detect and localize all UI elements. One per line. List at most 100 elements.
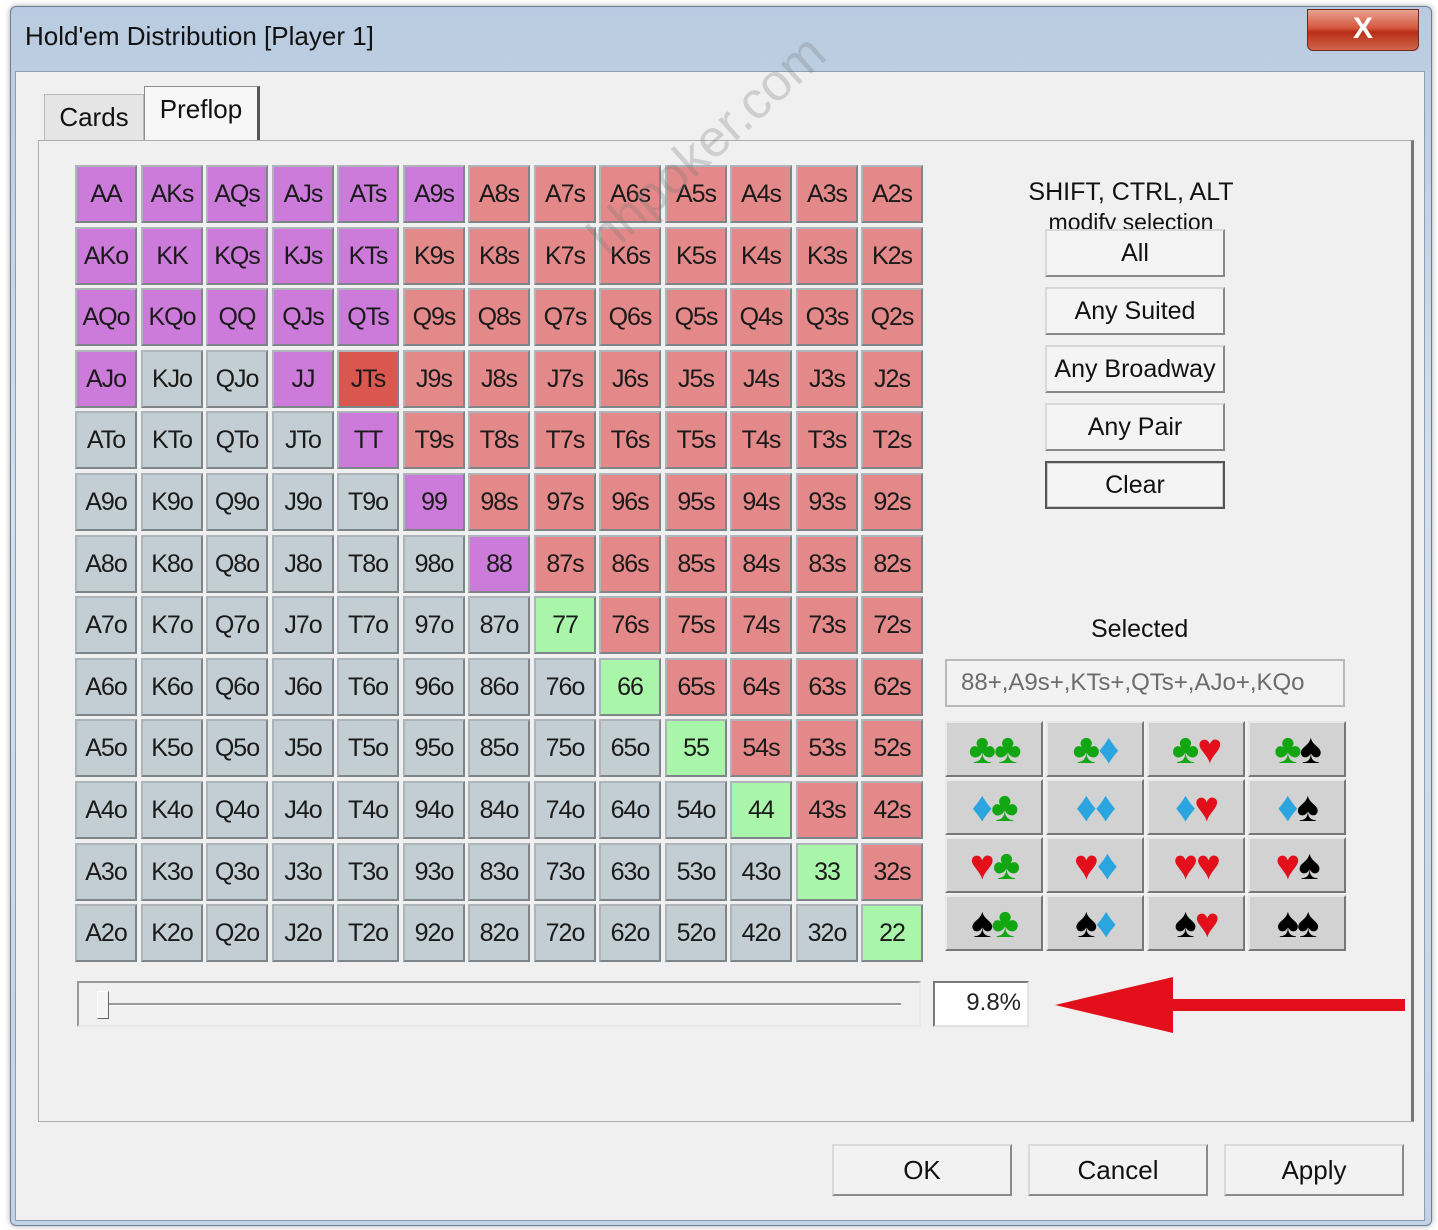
- range-percent-field[interactable]: 9.8%: [933, 981, 1029, 1027]
- hand-cell-76o[interactable]: 76o: [534, 658, 596, 716]
- hand-cell-j6s[interactable]: J6s: [599, 350, 661, 408]
- hand-cell-52s[interactable]: 52s: [861, 719, 923, 777]
- hand-cell-k8s[interactable]: K8s: [468, 227, 530, 285]
- hand-cell-95o[interactable]: 95o: [403, 719, 465, 777]
- hand-cell-83o[interactable]: 83o: [468, 843, 530, 901]
- hand-cell-65o[interactable]: 65o: [599, 719, 661, 777]
- hand-cell-k4s[interactable]: K4s: [730, 227, 792, 285]
- hand-cell-q7o[interactable]: Q7o: [206, 596, 268, 654]
- hand-cell-j3s[interactable]: J3s: [796, 350, 858, 408]
- hand-cell-82o[interactable]: 82o: [468, 904, 530, 962]
- hand-cell-84o[interactable]: 84o: [468, 781, 530, 839]
- close-button[interactable]: X: [1307, 9, 1419, 51]
- hand-cell-76s[interactable]: 76s: [599, 596, 661, 654]
- hand-cell-q3o[interactable]: Q3o: [206, 843, 268, 901]
- hand-cell-aks[interactable]: AKs: [141, 165, 203, 223]
- hand-cell-k4o[interactable]: K4o: [141, 781, 203, 839]
- hand-cell-k2o[interactable]: K2o: [141, 904, 203, 962]
- hand-cell-63s[interactable]: 63s: [796, 658, 858, 716]
- hand-cell-72s[interactable]: 72s: [861, 596, 923, 654]
- hand-cell-63o[interactable]: 63o: [599, 843, 661, 901]
- suit-combo-heart-diamond[interactable]: ♥♦: [1046, 837, 1144, 893]
- hand-cell-j2s[interactable]: J2s: [861, 350, 923, 408]
- hand-cell-q6s[interactable]: Q6s: [599, 288, 661, 346]
- hand-cell-64o[interactable]: 64o: [599, 781, 661, 839]
- hand-cell-t5o[interactable]: T5o: [337, 719, 399, 777]
- hand-cell-j3o[interactable]: J3o: [272, 843, 334, 901]
- hand-cell-94o[interactable]: 94o: [403, 781, 465, 839]
- suit-combo-spade-spade[interactable]: ♠♠: [1248, 895, 1346, 951]
- hand-cell-62o[interactable]: 62o: [599, 904, 661, 962]
- hand-cell-kjs[interactable]: KJs: [272, 227, 334, 285]
- hand-cell-86o[interactable]: 86o: [468, 658, 530, 716]
- hand-cell-33[interactable]: 33: [796, 843, 858, 901]
- hand-cell-t3s[interactable]: T3s: [796, 411, 858, 469]
- hand-cell-t8s[interactable]: T8s: [468, 411, 530, 469]
- hand-cell-jj[interactable]: JJ: [272, 350, 334, 408]
- hand-cell-k6s[interactable]: K6s: [599, 227, 661, 285]
- suit-combo-club-heart[interactable]: ♣♥: [1147, 721, 1245, 777]
- apply-button[interactable]: Apply: [1224, 1144, 1404, 1196]
- hand-cell-a5s[interactable]: A5s: [665, 165, 727, 223]
- hand-cell-43o[interactable]: 43o: [730, 843, 792, 901]
- clear-button[interactable]: Clear: [1045, 461, 1225, 509]
- hand-cell-t2o[interactable]: T2o: [337, 904, 399, 962]
- hand-cell-a8o[interactable]: A8o: [75, 535, 137, 593]
- hand-cell-93o[interactable]: 93o: [403, 843, 465, 901]
- hand-cell-92s[interactable]: 92s: [861, 473, 923, 531]
- hand-cell-77[interactable]: 77: [534, 596, 596, 654]
- hand-cell-43s[interactable]: 43s: [796, 781, 858, 839]
- hand-cell-83s[interactable]: 83s: [796, 535, 858, 593]
- hand-cell-a6o[interactable]: A6o: [75, 658, 137, 716]
- cancel-button[interactable]: Cancel: [1028, 1144, 1208, 1196]
- hand-cell-96o[interactable]: 96o: [403, 658, 465, 716]
- hand-cell-a4s[interactable]: A4s: [730, 165, 792, 223]
- hand-cell-q2o[interactable]: Q2o: [206, 904, 268, 962]
- hand-cell-82s[interactable]: 82s: [861, 535, 923, 593]
- suit-combo-club-diamond[interactable]: ♣♦: [1046, 721, 1144, 777]
- hand-cell-q9s[interactable]: Q9s: [403, 288, 465, 346]
- hand-cell-k5s[interactable]: K5s: [665, 227, 727, 285]
- suit-combo-spade-diamond[interactable]: ♠♦: [1046, 895, 1144, 951]
- hand-cell-t7o[interactable]: T7o: [337, 596, 399, 654]
- title-bar[interactable]: Hold'em Distribution [Player 1] X: [11, 7, 1431, 69]
- hand-cell-87s[interactable]: 87s: [534, 535, 596, 593]
- hand-cell-a2s[interactable]: A2s: [861, 165, 923, 223]
- hand-cell-42s[interactable]: 42s: [861, 781, 923, 839]
- hand-cell-73s[interactable]: 73s: [796, 596, 858, 654]
- hand-cell-q5o[interactable]: Q5o: [206, 719, 268, 777]
- hand-cell-73o[interactable]: 73o: [534, 843, 596, 901]
- suit-combo-club-club[interactable]: ♣♣: [945, 721, 1043, 777]
- hand-cell-t9o[interactable]: T9o: [337, 473, 399, 531]
- hand-cell-jts[interactable]: JTs: [337, 350, 399, 408]
- hand-cell-q7s[interactable]: Q7s: [534, 288, 596, 346]
- hand-cell-qq[interactable]: QQ: [206, 288, 268, 346]
- hand-cell-kqs[interactable]: KQs: [206, 227, 268, 285]
- any-pair-button[interactable]: Any Pair: [1045, 403, 1225, 451]
- hand-cell-a4o[interactable]: A4o: [75, 781, 137, 839]
- hand-cell-kqo[interactable]: KQo: [141, 288, 203, 346]
- slider-thumb[interactable]: [97, 991, 109, 1019]
- hand-cell-88[interactable]: 88: [468, 535, 530, 593]
- hand-cell-85s[interactable]: 85s: [665, 535, 727, 593]
- hand-cell-ajs[interactable]: AJs: [272, 165, 334, 223]
- suit-combo-heart-club[interactable]: ♥♣: [945, 837, 1043, 893]
- hand-cell-86s[interactable]: 86s: [599, 535, 661, 593]
- hand-cell-aqo[interactable]: AQo: [75, 288, 137, 346]
- hand-cell-54o[interactable]: 54o: [665, 781, 727, 839]
- hand-cell-q9o[interactable]: Q9o: [206, 473, 268, 531]
- hand-cell-qts[interactable]: QTs: [337, 288, 399, 346]
- hand-cell-94s[interactable]: 94s: [730, 473, 792, 531]
- hand-cell-32s[interactable]: 32s: [861, 843, 923, 901]
- suit-combo-heart-heart[interactable]: ♥♥: [1147, 837, 1245, 893]
- hand-cell-k6o[interactable]: K6o: [141, 658, 203, 716]
- hand-cell-a2o[interactable]: A2o: [75, 904, 137, 962]
- hand-cell-74s[interactable]: 74s: [730, 596, 792, 654]
- hand-cell-t5s[interactable]: T5s: [665, 411, 727, 469]
- hand-cell-kts[interactable]: KTs: [337, 227, 399, 285]
- hand-cell-t6o[interactable]: T6o: [337, 658, 399, 716]
- any-broadway-button[interactable]: Any Broadway: [1045, 345, 1225, 393]
- hand-cell-a6s[interactable]: A6s: [599, 165, 661, 223]
- hand-cell-k5o[interactable]: K5o: [141, 719, 203, 777]
- hand-cell-aqs[interactable]: AQs: [206, 165, 268, 223]
